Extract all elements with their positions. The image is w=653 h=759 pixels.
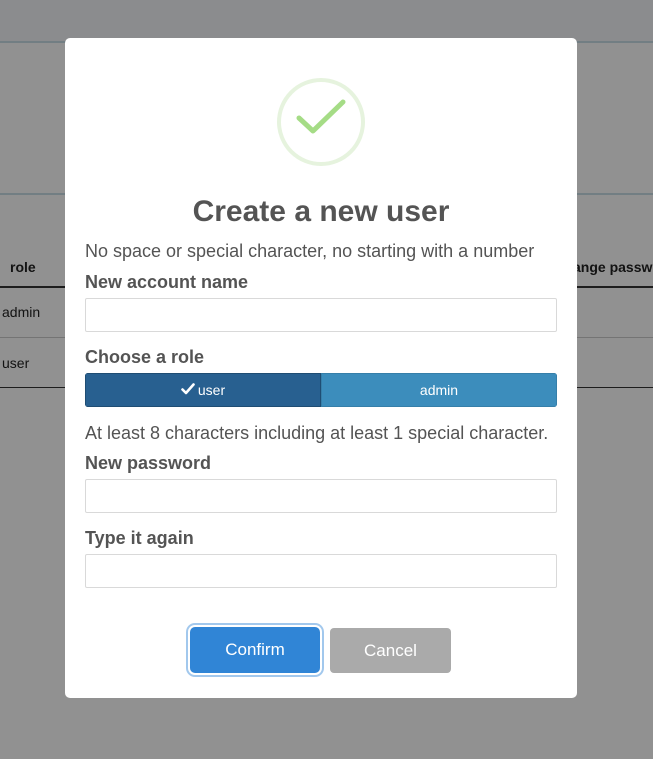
new-password-label: New password	[85, 453, 212, 473]
check-mark	[296, 99, 346, 134]
password-hint: At least 8 characters including at least…	[85, 423, 549, 443]
account-name-hint: No space or special character, no starti…	[85, 241, 535, 261]
role-label: Choose a role	[85, 347, 205, 367]
account-name-input[interactable]	[85, 298, 557, 332]
role-option-label: user	[197, 382, 226, 398]
role-option-admin[interactable]: admin	[321, 373, 557, 407]
dialog-title: Create a new user	[192, 195, 450, 228]
check-icon	[181, 382, 195, 398]
role-selector: user admin	[85, 373, 557, 407]
new-password-input[interactable]	[85, 479, 557, 513]
account-name-label: New account name	[85, 272, 249, 292]
role-option-label: admin	[419, 382, 459, 398]
confirm-password-label: Type it again	[85, 528, 194, 548]
cancel-button[interactable]: Cancel	[330, 628, 451, 673]
check-circle-icon	[277, 78, 365, 166]
confirm-password-input[interactable]	[85, 554, 557, 588]
confirm-button[interactable]: Confirm	[190, 627, 320, 673]
create-user-dialog: Create a new user No space or special ch…	[65, 38, 577, 698]
role-option-user[interactable]: user	[85, 373, 321, 407]
